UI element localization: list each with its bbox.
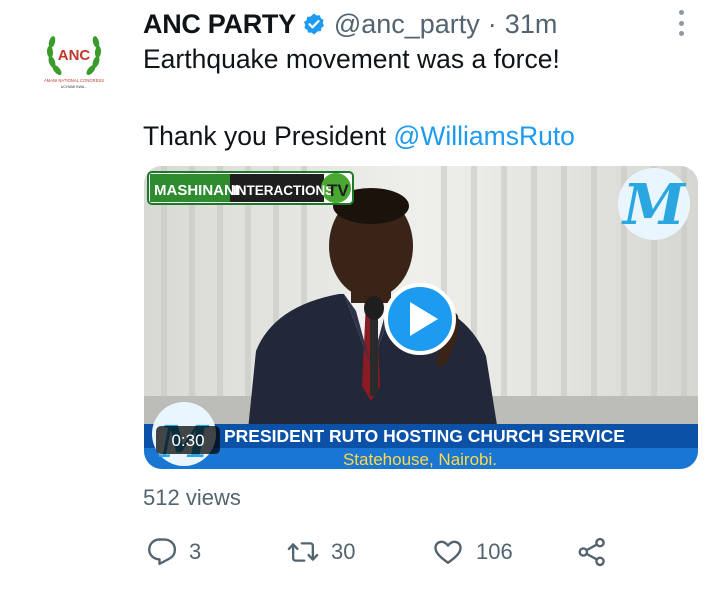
tweet-text-line2: Thank you President @WilliamsRuto [143, 121, 575, 152]
tweet-header: ANC PARTY @anc_party · 31m [143, 4, 557, 44]
like-button[interactable]: 106 [432, 530, 513, 574]
author-name[interactable]: ANC PARTY [143, 9, 296, 40]
svg-text:TV: TV [327, 181, 349, 200]
retweet-count: 30 [331, 539, 356, 564]
anc-logo: ANC AMANI NATIONAL CONGRESS UCHUMI KWA..… [28, 16, 120, 108]
like-count: 106 [476, 539, 513, 564]
banner-title: PRESIDENT RUTO HOSTING CHURCH SERVICE [224, 426, 625, 446]
banner-subtitle: Statehouse, Nairobi. [343, 450, 497, 469]
more-options-icon[interactable] [672, 8, 690, 38]
separator-dot: · [487, 8, 497, 39]
tweet-timestamp[interactable]: 31m [505, 9, 558, 40]
svg-text:MASHINANI: MASHINANI [154, 182, 239, 199]
retweet-button[interactable]: 30 [287, 530, 355, 574]
verified-badge-icon [302, 12, 326, 36]
share-button[interactable] [576, 530, 608, 574]
avatar-subtitle: AMANI NATIONAL CONGRESS [44, 78, 104, 83]
avatar-logo-text: ANC [58, 47, 91, 64]
author-avatar[interactable]: ANC AMANI NATIONAL CONGRESS UCHUMI KWA..… [28, 16, 120, 108]
video-frame: MASHINANI INTERACTIONS TV M M PRESIDENT … [144, 166, 698, 469]
play-icon [384, 283, 456, 355]
reply-count: 3 [189, 539, 202, 564]
reply-button[interactable]: 3 [147, 530, 201, 574]
watermark-letter: M [621, 172, 687, 238]
like-icon [432, 537, 464, 567]
share-icon [576, 536, 608, 568]
author-handle[interactable]: @anc_party [334, 9, 480, 40]
video-duration: 0:30 [171, 431, 204, 450]
view-count: 512 views [143, 485, 241, 510]
reply-icon [147, 537, 177, 567]
retweet-icon [287, 537, 319, 567]
action-bar: 3 30 106 [0, 530, 720, 574]
video-player[interactable]: MASHINANI INTERACTIONS TV M M PRESIDENT … [144, 166, 698, 469]
watermark-logo: M [618, 168, 690, 240]
avatar-motto: UCHUMI KWA... [61, 85, 87, 89]
channel-logo: MASHINANI INTERACTIONS TV [147, 171, 354, 205]
svg-text:INTERACTIONS: INTERACTIONS [233, 183, 334, 198]
mention-link[interactable]: @WilliamsRuto [393, 121, 575, 151]
tweet-text-line1: Earthquake movement was a force! [143, 44, 560, 74]
tweet-text-prefix: Thank you President [143, 121, 394, 151]
